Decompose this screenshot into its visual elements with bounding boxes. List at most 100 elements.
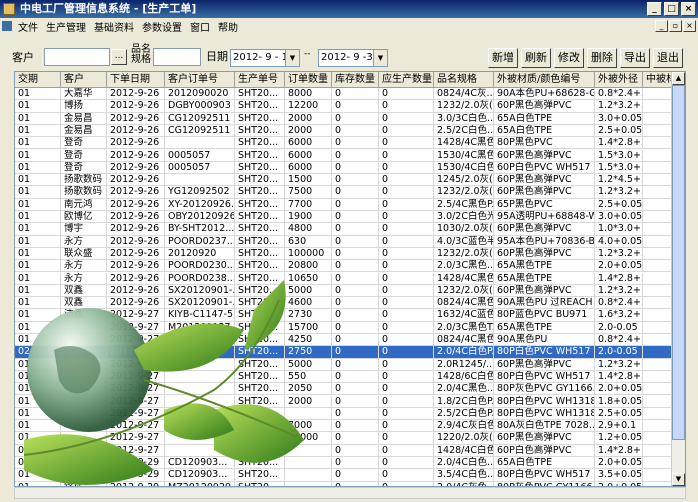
table-cell: 1.8+0.05 [595, 395, 643, 408]
table-row[interactable]: 01 欧博亿 2012-9-26 OBY20120926 SHT20... 1900 0 0 3… [15, 211, 683, 224]
chevron-down-icon[interactable]: ▼ [373, 50, 387, 66]
edit-button[interactable]: 修改 [554, 48, 584, 68]
table-row[interactable]: 01 南元鸿 2012-9-26 XY-20120926... SHT20... 7700… [15, 198, 683, 211]
maximize-button[interactable]: □ [664, 2, 679, 16]
table-cell: 1.0*3.0+.. [595, 223, 643, 236]
table-row[interactable]: 01 联众盛 2012-9-26 20120920 SHT20... 100000 0 0 12… [15, 247, 683, 261]
table-row[interactable]: 01 博宇 2012-9-26 BY-SHT2012... SHT20... 4800 0 0… [15, 223, 683, 236]
table-cell: 1428/4C白色... [434, 444, 494, 457]
close-button[interactable]: × [681, 2, 696, 16]
table-row[interactable]: 01登奇2012-9-26SHT20...6000001428/4C黑色...8… [15, 137, 683, 150]
table-cell: 0 [379, 223, 434, 236]
menu-window[interactable]: 窗口 [186, 19, 214, 34]
table-cell: 20120920 [165, 247, 235, 261]
table-row[interactable]: 02 2012-9-27 SHT20... 2750 0 0 2.0/4C白色P... 80P… [15, 346, 683, 359]
table-cell: 0 [332, 383, 379, 396]
refresh-button[interactable]: 刷新 [521, 48, 551, 68]
table-cell: SHT20... [235, 149, 285, 162]
table-cell: 0 [332, 260, 379, 273]
menu-help[interactable]: 帮助 [214, 19, 242, 34]
table-cell: SHT20... [235, 358, 285, 371]
date-from-picker[interactable]: 2012- 9 - 1 ▼ [230, 49, 300, 67]
table-row[interactable]: 01扬歌数码2012-9-26SHT20...1500001245/2.0灰(.… [15, 174, 683, 187]
customer-input[interactable] [44, 48, 110, 66]
column-header[interactable]: 品名规格 [434, 72, 494, 88]
table-cell: 0 [332, 321, 379, 334]
table-row[interactable]: 01 金易昌 2012-9-26 CG12092511 SHT20... 2000 0 0 2.… [15, 124, 683, 138]
table-cell: 01 [15, 235, 61, 248]
table-row[interactable]: 01 2012-9-27 SHT20... 2050 0 0 2.0/4C黑色... 80P灰… [15, 383, 683, 396]
table-row[interactable]: 01 沛鑫 2012-9-27 KIYB-C1147-5... SHT20... 2730… [15, 309, 683, 322]
table-row[interactable]: 01 永方 2012-9-26 POORD0237... SHT20... 630 0 0 4.… [15, 235, 683, 248]
table-cell: 1232/2.0灰(... [434, 100, 494, 113]
table-row[interactable]: 01 博扬 2012-9-26 DGBY000903 SHT20... 12200 0 0 12… [15, 100, 683, 113]
menu-production[interactable]: 生产管理 [42, 19, 90, 34]
table-cell: 0 [379, 124, 434, 138]
table-row[interactable]: 01 双鑫 2012-9-26 SX20120901-... SHT20... 4600 0… [15, 297, 683, 310]
table-row[interactable]: 01 2012-9-27 SHT20... 2000 0 0 1.8/2C白色P... 80P… [15, 395, 683, 408]
add-button[interactable]: 新增 [488, 48, 518, 68]
table-row[interactable]: 01 2012-9-29 CD120903... SHT20... 0 0 2.0/4C白色… [15, 457, 683, 470]
table-row[interactable]: 01 2012-9-27 M201209127 SHT20... 15700 0 0 2.0/… [15, 321, 683, 334]
column-header[interactable]: 交期 [15, 72, 61, 88]
column-header[interactable]: 库存数量 [332, 72, 379, 88]
column-header[interactable]: 生产单号 [235, 72, 285, 88]
column-header[interactable]: 客户 [61, 72, 107, 88]
column-header[interactable]: 客户订单号 [165, 72, 235, 88]
table-cell: 2.0/3C黑色T... [434, 321, 494, 334]
table-row[interactable]: 01 永方 2012-9-26 POORD0238... SHT20... 10650 0 0… [15, 272, 683, 285]
minimize-button[interactable]: _ [647, 2, 662, 16]
table-row[interactable]: 01 2012-9-27 SHT20... 5000 0 0 2.0R1245/... 60P… [15, 358, 683, 371]
orders-grid[interactable]: 交期 客户 下单日期 客户订单号 生产单号 订单数量 库存数量 应生产数量 品名规格 外被材质/颜… [14, 71, 686, 487]
table-row[interactable]: 012012-9-27SHT20...4250000824/4C黑色...90A… [15, 334, 683, 347]
date-to-picker[interactable]: 2012- 9 -30 ▼ [318, 49, 388, 67]
column-header[interactable]: 下单日期 [107, 72, 165, 88]
customer-lookup-button[interactable]: ... [111, 49, 127, 65]
column-header[interactable]: 应生产数量 [379, 72, 434, 88]
menu-basic-data[interactable]: 基础资料 [90, 19, 138, 34]
child-minimize-button[interactable]: _ [655, 20, 668, 32]
exit-button[interactable]: 退出 [653, 48, 683, 68]
table-row[interactable]: 012012-9-27SHT20...7000002.9/4C灰白色...80A… [15, 420, 683, 433]
table-row[interactable]: 01 登奇 2012-9-26 0005057 SHT20... 6000 0 0 1530/4… [15, 149, 683, 162]
table-cell: 1530/4C白色... [434, 161, 494, 175]
table-row[interactable]: 01 双鑫 2012-9-26 SX20120901-... SHT20... 5000 0… [15, 284, 683, 298]
table-row[interactable]: 01 金易昌 2012-9-26 CG12092511 SHT20... 2000 0 0 3.… [15, 112, 683, 125]
scroll-thumb[interactable] [672, 85, 685, 440]
column-header[interactable]: 外被外径 [595, 72, 643, 88]
table-cell: 2.5+0.05 [595, 124, 643, 138]
table-cell: 0 [332, 211, 379, 224]
column-header[interactable]: 外被材质/颜色编号 [494, 72, 595, 88]
table-cell: 2.0/4C白色... [434, 457, 494, 470]
table-row[interactable]: 01 登奇 2012-9-26 0005057 SHT20... 6000 0 0 1530/4… [15, 161, 683, 175]
table-row[interactable]: 012012-9-27SHT20...34000001220/2.0灰(...6… [15, 432, 683, 445]
table-cell: 01 [15, 297, 61, 310]
horizontal-scrollbar[interactable] [14, 487, 686, 499]
chevron-down-icon[interactable]: ▼ [285, 50, 299, 66]
mdi-child-icon[interactable] [2, 21, 12, 31]
table-cell: POORD0237... [165, 235, 235, 248]
table-row[interactable]: 01 大嘉华 2012-9-26 2012090020 SHT20... 8000 0 0 08… [15, 88, 683, 101]
scroll-up-icon[interactable]: ▲ [672, 72, 685, 85]
table-cell: 01 [15, 272, 61, 285]
table-row[interactable]: 01 2012-9-27 SHT20... 0 0 2.5/2C白色P... 80P白色PV… [15, 407, 683, 421]
table-row[interactable]: 012012-9-27SHT20...550001428/6C白色...80P白… [15, 370, 683, 384]
delete-button[interactable]: 删除 [587, 48, 617, 68]
table-cell: 2012-9-27 [107, 309, 165, 322]
column-header[interactable]: 订单数量 [285, 72, 332, 88]
menu-settings[interactable]: 参数设置 [138, 19, 186, 34]
table-cell: 2012-9-27 [107, 358, 165, 371]
table-cell: 0 [332, 124, 379, 138]
table-row[interactable]: 01 扬歌数码 2012-9-26 YG12092502 SHT20... 7500 0 0 1… [15, 186, 683, 199]
table-row[interactable]: 012012-9-27SHT20...001428/4C白色...60P白色高弹… [15, 444, 683, 457]
table-cell: 01 [15, 112, 61, 125]
export-button[interactable]: 导出 [620, 48, 650, 68]
menu-file[interactable]: 文件 [14, 19, 42, 34]
vertical-scrollbar[interactable]: ▲ ▼ [671, 72, 685, 486]
product-spec-input[interactable] [153, 48, 201, 66]
table-row[interactable]: 01 2012-9-29 CD120903... SHT20... 0 0 3.5/4C白色… [15, 469, 683, 482]
scroll-down-icon[interactable]: ▼ [672, 473, 685, 486]
table-row[interactable]: 01 永方 2012-9-26 POORD0230... SHT20... 20800 0 0… [15, 260, 683, 273]
child-restore-button[interactable]: ▫ [669, 20, 682, 32]
child-close-button[interactable]: × [683, 20, 696, 32]
